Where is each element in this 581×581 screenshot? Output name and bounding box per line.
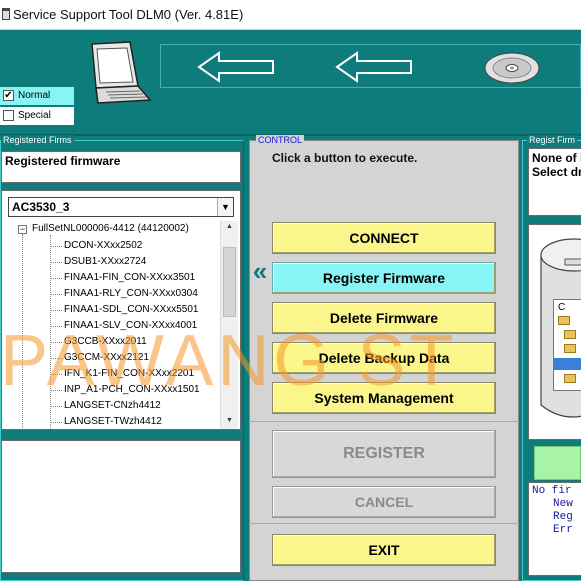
tree-connector [50,374,62,375]
firmware-tree-item[interactable]: DCON-XXxx2502 [64,240,142,251]
log-line: No fir [532,485,572,497]
firmware-tree-item[interactable]: LANGSET-CNzh4412 [64,400,161,411]
scroll-up-icon[interactable]: ▲ [221,221,238,233]
title-bar: Service Support Tool DLM0 (Ver. 4.81E) [0,0,581,30]
log-line: Err [553,524,573,536]
tree-connector [50,326,62,327]
model-select-value: AC3530_3 [12,200,70,214]
firmware-tree: − FullSetNL000006-4412 (44120002) DCON-X… [2,221,240,429]
tree-connector [50,390,62,391]
firmware-tree-item[interactable]: G3CCM-XXxx2121 [64,352,149,363]
special-mode-label: Special [18,110,51,121]
exit-button[interactable]: EXIT [272,534,496,566]
firmware-tree-item[interactable]: FINAA1-SDL_CON-XXxx5501 [64,304,199,315]
registered-firms-group-label: Registered Firms [1,135,74,145]
collapse-icon[interactable]: − [18,225,27,234]
empty-checkbox-icon [3,110,14,121]
normal-mode-checkbox[interactable]: ✔ Normal [0,87,74,105]
double-chevron-left-icon: « [252,256,268,286]
firmware-tree-panel: AC3530_3 ▼ − FullSetNL000006-4412 (44120… [1,190,241,430]
main-window: ✔ Normal Special Registered Firms Regist… [0,30,581,581]
tree-connector [50,246,62,247]
firmware-tree-item[interactable]: IFN_K1-FIN_CON-XXxx2201 [64,368,194,379]
tree-connector [50,358,62,359]
firmware-tree-item[interactable]: LANGSET-TWzh4412 [64,416,162,427]
tree-connector [50,278,62,279]
delete-backup-data-button[interactable]: Delete Backup Data [272,342,496,374]
normal-mode-label: Normal [18,90,51,101]
tree-connector [50,294,62,295]
status-line-2: Select dr [532,165,581,179]
firmware-tree-item[interactable]: INP_A1-PCH_CON-XXxx1501 [64,384,200,395]
firmware-detail-box [1,440,241,573]
log-box: No fir New Reg Err [528,482,581,576]
special-mode-checkbox[interactable]: Special [0,107,74,125]
cancel-button[interactable]: CANCEL [272,486,496,518]
firmware-tree-item[interactable]: G3CCB-XXxx2011 [64,336,147,347]
model-select[interactable]: AC3530_3 ▼ [8,197,234,217]
scroll-thumb[interactable] [223,247,236,317]
app-icon [2,8,10,20]
tree-connector [50,422,62,423]
left-arrow-icon [335,51,412,83]
selected-folder[interactable] [554,358,581,370]
folder-tree[interactable]: C [553,299,581,391]
tree-connector [50,310,62,311]
log-line: New [553,498,573,510]
register-button[interactable]: REGISTER [272,430,496,478]
tree-root-node[interactable]: FullSetNL000006-4412 (44120002) [32,223,189,234]
registered-firmware-text: Registered firmware [5,154,121,168]
check-icon: ✔ [3,90,14,101]
tree-connector [50,342,62,343]
cd-icon [484,46,540,88]
left-arrow-icon [197,51,274,83]
firmware-tree-item[interactable]: FINAA1-FIN_CON-XXxx3501 [64,272,195,283]
registered-firmware-header: Registered firmware [1,151,241,183]
chevron-down-icon[interactable]: ▼ [217,198,233,216]
registered-status-box: None of i Select dr [528,148,581,216]
tree-connector [50,262,62,263]
control-instruction: Click a button to execute. [272,151,418,165]
tree-line [50,235,51,429]
laptop-icon [78,40,152,106]
firmware-tree-item[interactable]: FINAA1-RLY_CON-XXxx0304 [64,288,198,299]
log-line: Reg [553,511,573,523]
system-management-button[interactable]: System Management [272,382,496,414]
control-divider [249,421,519,422]
folder-label: C [558,302,566,313]
tree-line [22,234,23,429]
tree-connector [50,406,62,407]
regist-firm-group-label: Regist Firm [527,135,578,145]
folder-icon [558,316,570,325]
firmware-tree-item[interactable]: DSUB1-XXxx2724 [64,256,146,267]
folder-icon [564,330,576,339]
window-title: Service Support Tool DLM0 (Ver. 4.81E) [13,7,244,22]
register-firmware-button[interactable]: Register Firmware [272,262,496,294]
status-indicator [534,446,581,480]
control-divider [249,523,519,524]
delete-firmware-button[interactable]: Delete Firmware [272,302,496,334]
drive-panel: C [528,224,581,440]
scroll-down-icon[interactable]: ▼ [221,415,238,427]
status-line-1: None of i [532,151,581,165]
tree-scrollbar[interactable]: ▲ ▼ [220,221,238,429]
folder-icon [564,344,576,353]
control-group-label: CONTROL [256,135,305,145]
connect-button[interactable]: CONNECT [272,222,496,254]
firmware-tree-item[interactable]: FINAA1-SLV_CON-XXxx4001 [64,320,197,331]
folder-icon [564,374,576,383]
